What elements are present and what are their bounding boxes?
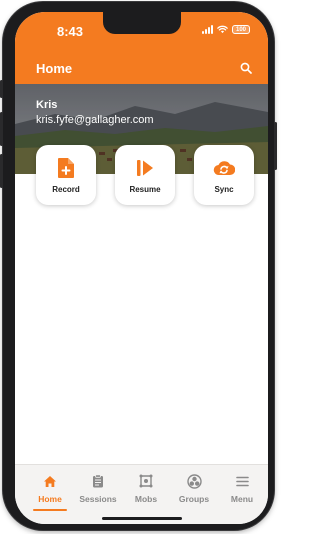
resume-button[interactable]: Resume — [115, 145, 175, 205]
hamburger-menu-icon — [234, 473, 250, 489]
battery-icon: 100 — [232, 25, 250, 34]
sync-label: Sync — [214, 185, 234, 194]
home-indicator — [102, 517, 182, 520]
search-icon — [240, 62, 252, 74]
home-icon — [42, 473, 58, 489]
mobs-icon — [138, 473, 154, 489]
resume-label: Resume — [129, 185, 161, 194]
status-bar: 8:43 100 — [15, 12, 268, 56]
wifi-icon — [217, 25, 228, 34]
resume-icon — [134, 157, 156, 179]
side-button — [0, 112, 3, 146]
active-tab-indicator — [33, 509, 67, 511]
side-button — [0, 154, 3, 188]
status-icons: 100 — [202, 25, 250, 34]
camera-notch — [103, 12, 181, 34]
user-email: kris.fyfe@gallagher.com — [36, 114, 154, 126]
phone-frame: 8:43 100 Home Kris kris.fyfe@gallagher.c… — [0, 2, 277, 530]
groups-icon — [186, 473, 202, 489]
side-button — [274, 122, 277, 170]
record-label: Record — [52, 185, 80, 194]
side-button — [0, 80, 3, 98]
search-button[interactable] — [236, 58, 256, 78]
app-screen: 8:43 100 Home Kris kris.fyfe@gallagher.c… — [15, 12, 268, 524]
status-time: 8:43 — [57, 24, 84, 39]
tab-menu[interactable]: Menu — [217, 465, 267, 513]
tab-mobs[interactable]: Mobs — [121, 465, 171, 513]
record-button[interactable]: Record — [36, 145, 96, 205]
tab-sessions[interactable]: Sessions — [73, 465, 123, 513]
tab-sessions-label: Sessions — [79, 494, 117, 504]
add-document-icon — [55, 157, 77, 179]
tab-bar: Home Sessions Mobs Groups Menu — [15, 464, 268, 524]
tab-groups[interactable]: Groups — [169, 465, 219, 513]
cloud-sync-icon — [213, 157, 235, 179]
sync-button[interactable]: Sync — [194, 145, 254, 205]
tab-menu-label: Menu — [230, 494, 254, 504]
header: Home — [15, 52, 268, 84]
battery-level: 100 — [235, 26, 246, 33]
signal-icon — [202, 25, 213, 34]
tab-home[interactable]: Home — [25, 465, 75, 513]
user-name: Kris — [36, 99, 58, 111]
page-title: Home — [36, 61, 73, 76]
tab-mobs-label: Mobs — [134, 494, 158, 504]
tab-groups-label: Groups — [178, 494, 210, 504]
tab-home-label: Home — [38, 494, 62, 504]
quick-actions: Record Resume Sync — [15, 145, 268, 205]
clipboard-icon — [90, 473, 106, 489]
